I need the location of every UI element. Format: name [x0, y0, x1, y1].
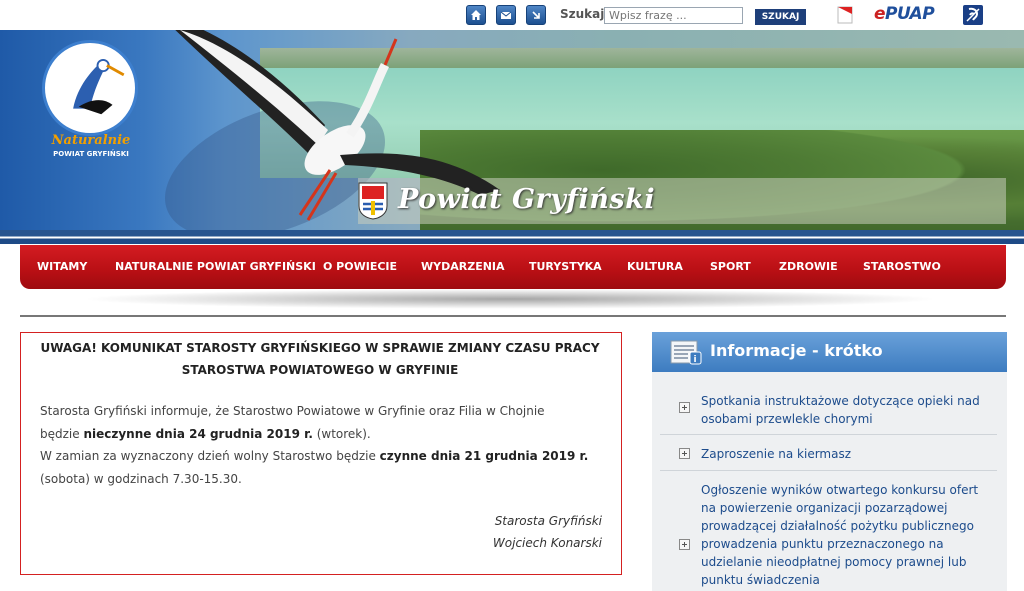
top-toolbar: Szukaj SZUKAJ ePUAP: [0, 0, 1024, 30]
search-button[interactable]: SZUKAJ: [755, 9, 806, 25]
nav-shadow: [80, 289, 940, 309]
epuap-logo[interactable]: ePUAP: [874, 4, 935, 24]
content-divider: [20, 315, 1006, 317]
logo-subtext: POWIAT GRYFIŃSKI: [53, 150, 129, 158]
notice-body: Starosta Gryfiński informuje, że Starost…: [40, 404, 589, 486]
sidebar-title: Informacje - krótko: [710, 341, 883, 360]
banner-title: Powiat Gryfiński: [398, 184, 656, 215]
nav-item-witamy[interactable]: WITAMY: [37, 260, 87, 273]
nav-item-naturalnie-powiat[interactable]: NATURALNIE POWIAT GRYFIŃSKI: [115, 260, 316, 273]
home-icon[interactable]: [466, 5, 486, 25]
nav-item-starostwo[interactable]: STAROSTWO: [863, 260, 941, 273]
svg-text:i: i: [694, 355, 697, 365]
notice-title: UWAGA! KOMUNIKAT STAROSTY GRYFIŃSKIEGO W…: [40, 341, 600, 377]
bip-icon[interactable]: [836, 5, 854, 25]
sidebar-link[interactable]: Zaproszenie na kiermasz: [701, 445, 981, 463]
sitemap-icon[interactable]: [526, 5, 546, 25]
expand-icon[interactable]: [679, 448, 690, 459]
nav-item-kultura[interactable]: KULTURA: [627, 260, 683, 273]
coat-of-arms-icon: [358, 182, 388, 220]
nav-item-wydarzenia[interactable]: WYDARZENIA: [421, 260, 505, 273]
banner-strip: [0, 230, 1024, 244]
search-input[interactable]: [604, 7, 743, 24]
notice-signature: Starosta Gryfiński Wojciech Konarski: [492, 514, 602, 550]
nav-item-zdrowie[interactable]: ZDROWIE: [779, 260, 838, 273]
nav-item-turystyka[interactable]: TURYSTYKA: [529, 260, 602, 273]
nav-item-o-powiecie[interactable]: O POWIECIE: [323, 260, 397, 273]
mail-icon[interactable]: [496, 5, 516, 25]
search-label: Szukaj: [560, 7, 605, 21]
naturalnie-logo[interactable]: [42, 40, 138, 136]
expand-icon[interactable]: [679, 539, 690, 550]
news-icon: i: [670, 340, 702, 365]
sidebar-link[interactable]: Ogłoszenie wyników otwartego konkursu of…: [701, 481, 981, 589]
nav-item-sport[interactable]: SPORT: [710, 260, 751, 273]
logo-text: Naturalnie: [51, 133, 131, 148]
sidebar-link[interactable]: Spotkania instruktażowe dotyczące opieki…: [701, 392, 981, 428]
accessibility-icon[interactable]: [963, 5, 983, 25]
expand-icon[interactable]: [679, 402, 690, 413]
